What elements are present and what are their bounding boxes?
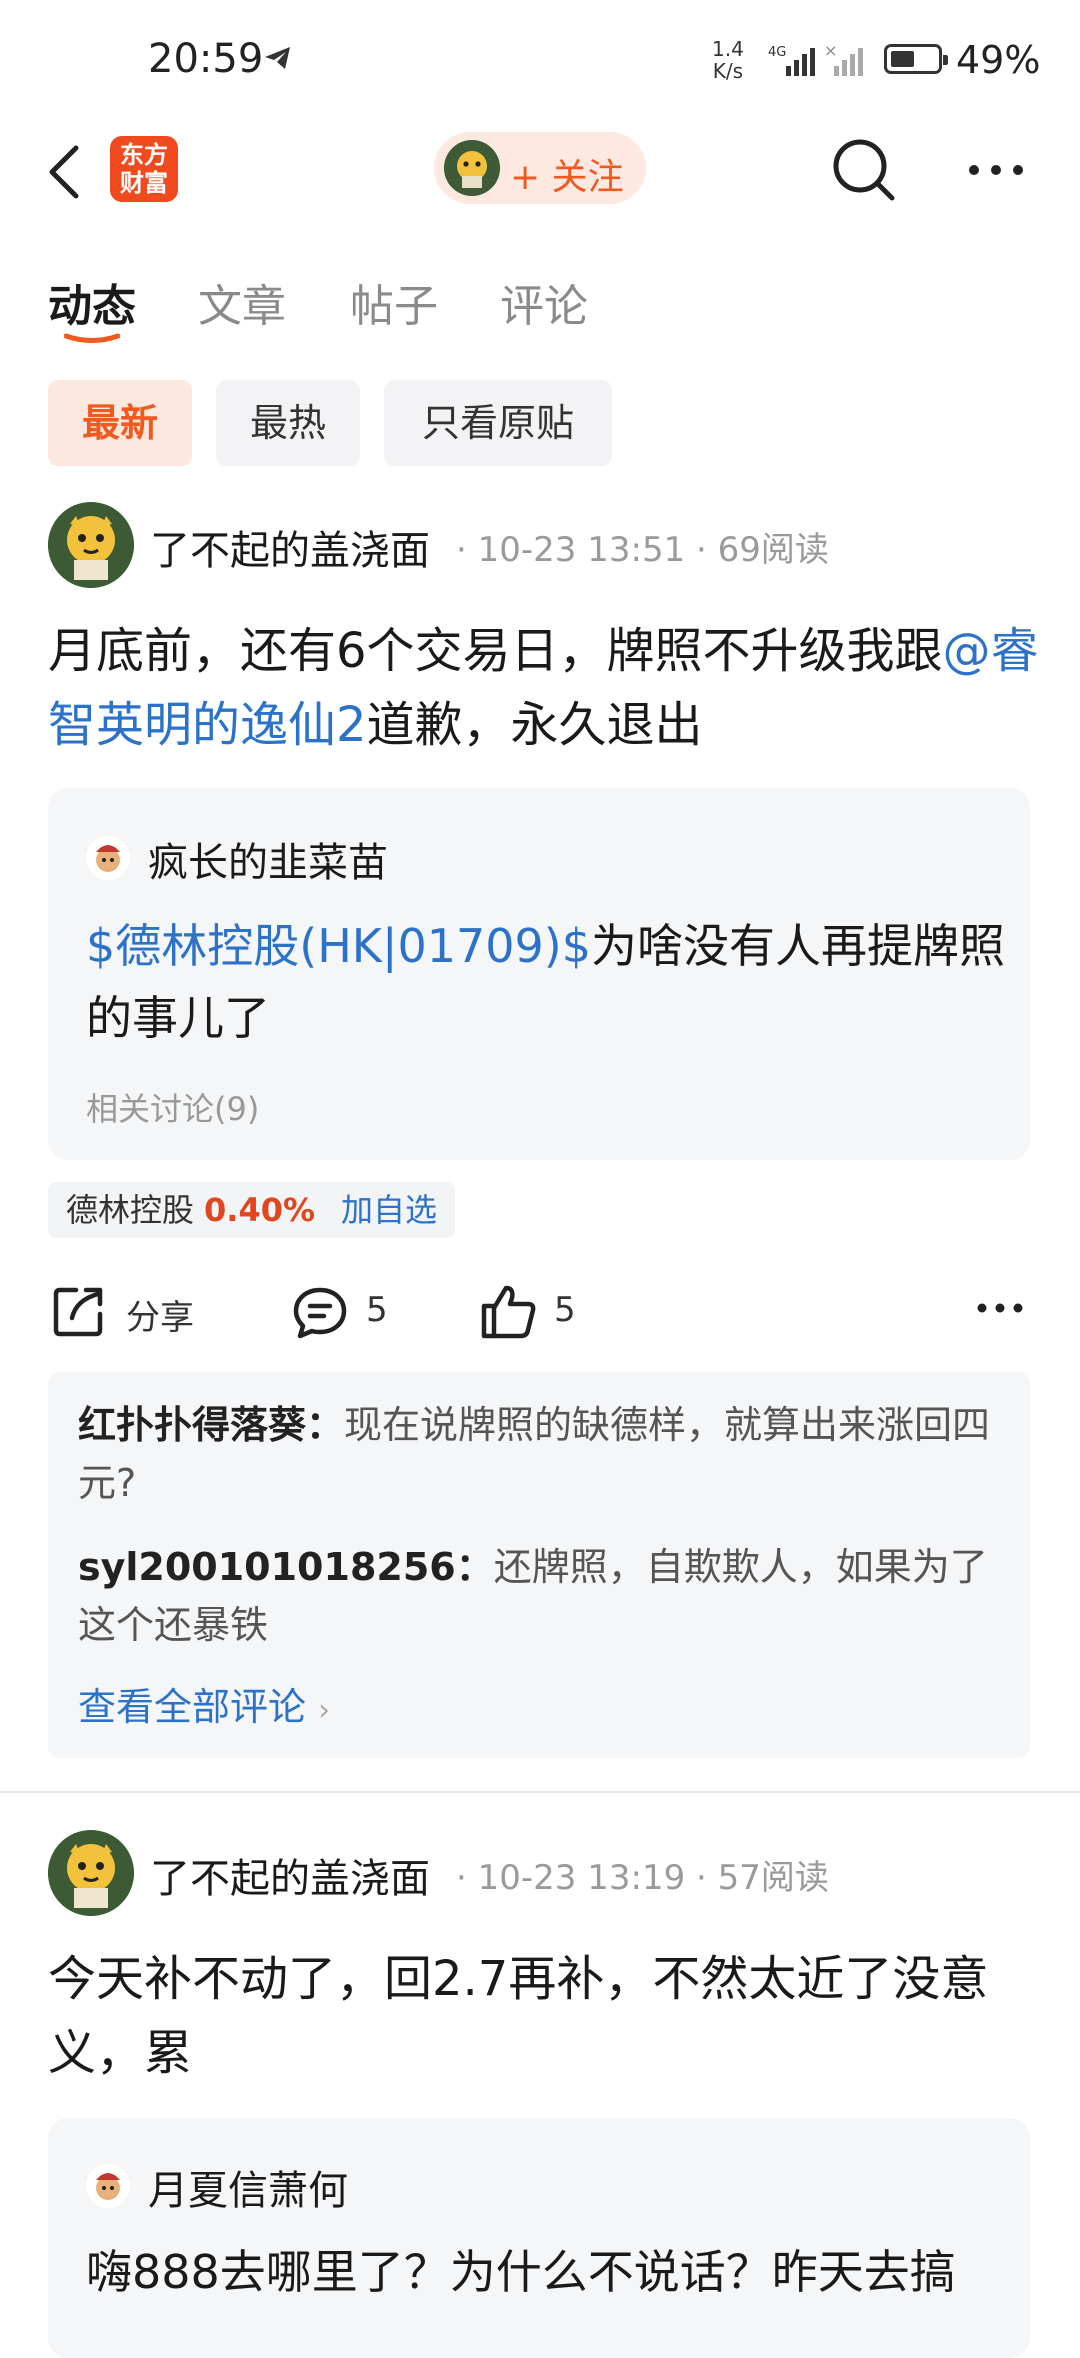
comment-user[interactable]: syl200101018256： [78, 1545, 494, 1589]
stock-name: 德林控股 [66, 1191, 195, 1229]
stock-link[interactable]: $德林控股(HK|01709)$ [86, 919, 591, 973]
post-meta: · 10-23 13:51 · 69阅读 [456, 530, 829, 570]
like-count[interactable]: 5 [554, 1290, 576, 1330]
post-divider [0, 1791, 1080, 1793]
search-icon[interactable] [830, 136, 898, 204]
author-name[interactable]: 了不起的盖浇面 [150, 518, 430, 576]
battery-fill [891, 51, 914, 67]
stock-change: 0.40% [204, 1191, 316, 1229]
quote-author-name[interactable]: 疯长的韭菜苗 [148, 830, 388, 888]
tab-dynamic[interactable]: 动态 [48, 270, 136, 334]
share-icon[interactable] [50, 1284, 106, 1340]
author-avatar[interactable] [48, 502, 134, 588]
quoted-post[interactable]: 月夏信萧何 嗨888去哪里了？为什么不说话？昨天去搞 [48, 2118, 1030, 2358]
chevron-right-icon: › [318, 1693, 331, 1728]
avatar [444, 140, 500, 196]
add-watchlist-button[interactable]: 加自选 [341, 1191, 437, 1229]
follow-button[interactable]: + 关注 [434, 132, 646, 204]
tab-posts[interactable]: 帖子 [350, 270, 438, 334]
related-discussions[interactable]: 相关讨论(9) [86, 1084, 259, 1130]
comment-item[interactable]: syl200101018256：还牌照，自欺欺人，如果为了这个还暴铁 [78, 1538, 1008, 1654]
active-tab-indicator [64, 333, 120, 343]
tab-articles[interactable]: 文章 [198, 270, 286, 334]
filter-original-only[interactable]: 只看原贴 [384, 380, 612, 466]
svg-text:×: × [824, 42, 837, 60]
network-type-label: 4G [768, 45, 786, 60]
battery-icon [884, 44, 948, 74]
status-bar: 20:59 1.4 K/s 4G × 49% [0, 0, 1080, 126]
post-content[interactable]: 月底前，还有6个交易日，牌照不升级我跟@睿智英明的逸仙2道歉，永久退出 [48, 614, 1048, 762]
comment-user[interactable]: 红扑扑得落葵： [78, 1403, 344, 1447]
post-more-icon[interactable] [976, 1300, 1024, 1316]
follow-label: + 关注 [510, 157, 624, 198]
eastmoney-logo: 东方 财富 [110, 136, 178, 202]
back-arrow-icon[interactable] [44, 142, 84, 202]
comment-icon[interactable] [292, 1284, 348, 1340]
like-icon[interactable] [480, 1282, 538, 1340]
quote-author-name[interactable]: 月夏信萧何 [148, 2158, 348, 2216]
quote-author-avatar [86, 2164, 130, 2208]
share-label[interactable]: 分享 [126, 1290, 194, 1339]
post-content[interactable]: 今天补不动了，回2.7再补，不然太近了没意义，累 [48, 1942, 1028, 2090]
author-name[interactable]: 了不起的盖浇面 [150, 1846, 430, 1904]
filter-latest[interactable]: 最新 [48, 380, 192, 466]
comment-preview[interactable]: 红扑扑得落葵：现在说牌照的缺德样，就算出来涨回四元? syl2001010182… [48, 1372, 1030, 1758]
battery-percent: 49% [956, 38, 1041, 82]
status-time: 20:59 [148, 36, 264, 82]
quote-author-avatar [86, 836, 130, 880]
tab-comments[interactable]: 评论 [500, 270, 588, 334]
net-speed: 1.4 K/s [712, 37, 744, 83]
telegram-icon [265, 47, 290, 69]
more-icon[interactable] [966, 160, 1026, 180]
comment-count[interactable]: 5 [366, 1290, 388, 1330]
view-all-comments-link[interactable]: 查看全部评论 › [78, 1676, 330, 1731]
post-meta: · 10-23 13:19 · 57阅读 [456, 1858, 829, 1898]
stock-chip[interactable]: 德林控股 0.40% 加自选 [48, 1182, 456, 1238]
quoted-post[interactable]: 疯长的韭菜苗 $德林控股(HK|01709)$为啥没有人再提牌照的事儿了 相关讨… [48, 788, 1030, 1160]
author-avatar[interactable] [48, 1830, 134, 1916]
quote-text: 嗨888去哪里了？为什么不说话？昨天去搞 [86, 2245, 956, 2299]
comment-item[interactable]: 红扑扑得落葵：现在说牌照的缺德样，就算出来涨回四元? [78, 1396, 1008, 1512]
quote-text: $德林控股(HK|01709)$为啥没有人再提牌照的事儿了 [86, 919, 1006, 1045]
filter-hottest[interactable]: 最热 [216, 380, 360, 466]
signal-icon: 4G × [768, 42, 863, 76]
